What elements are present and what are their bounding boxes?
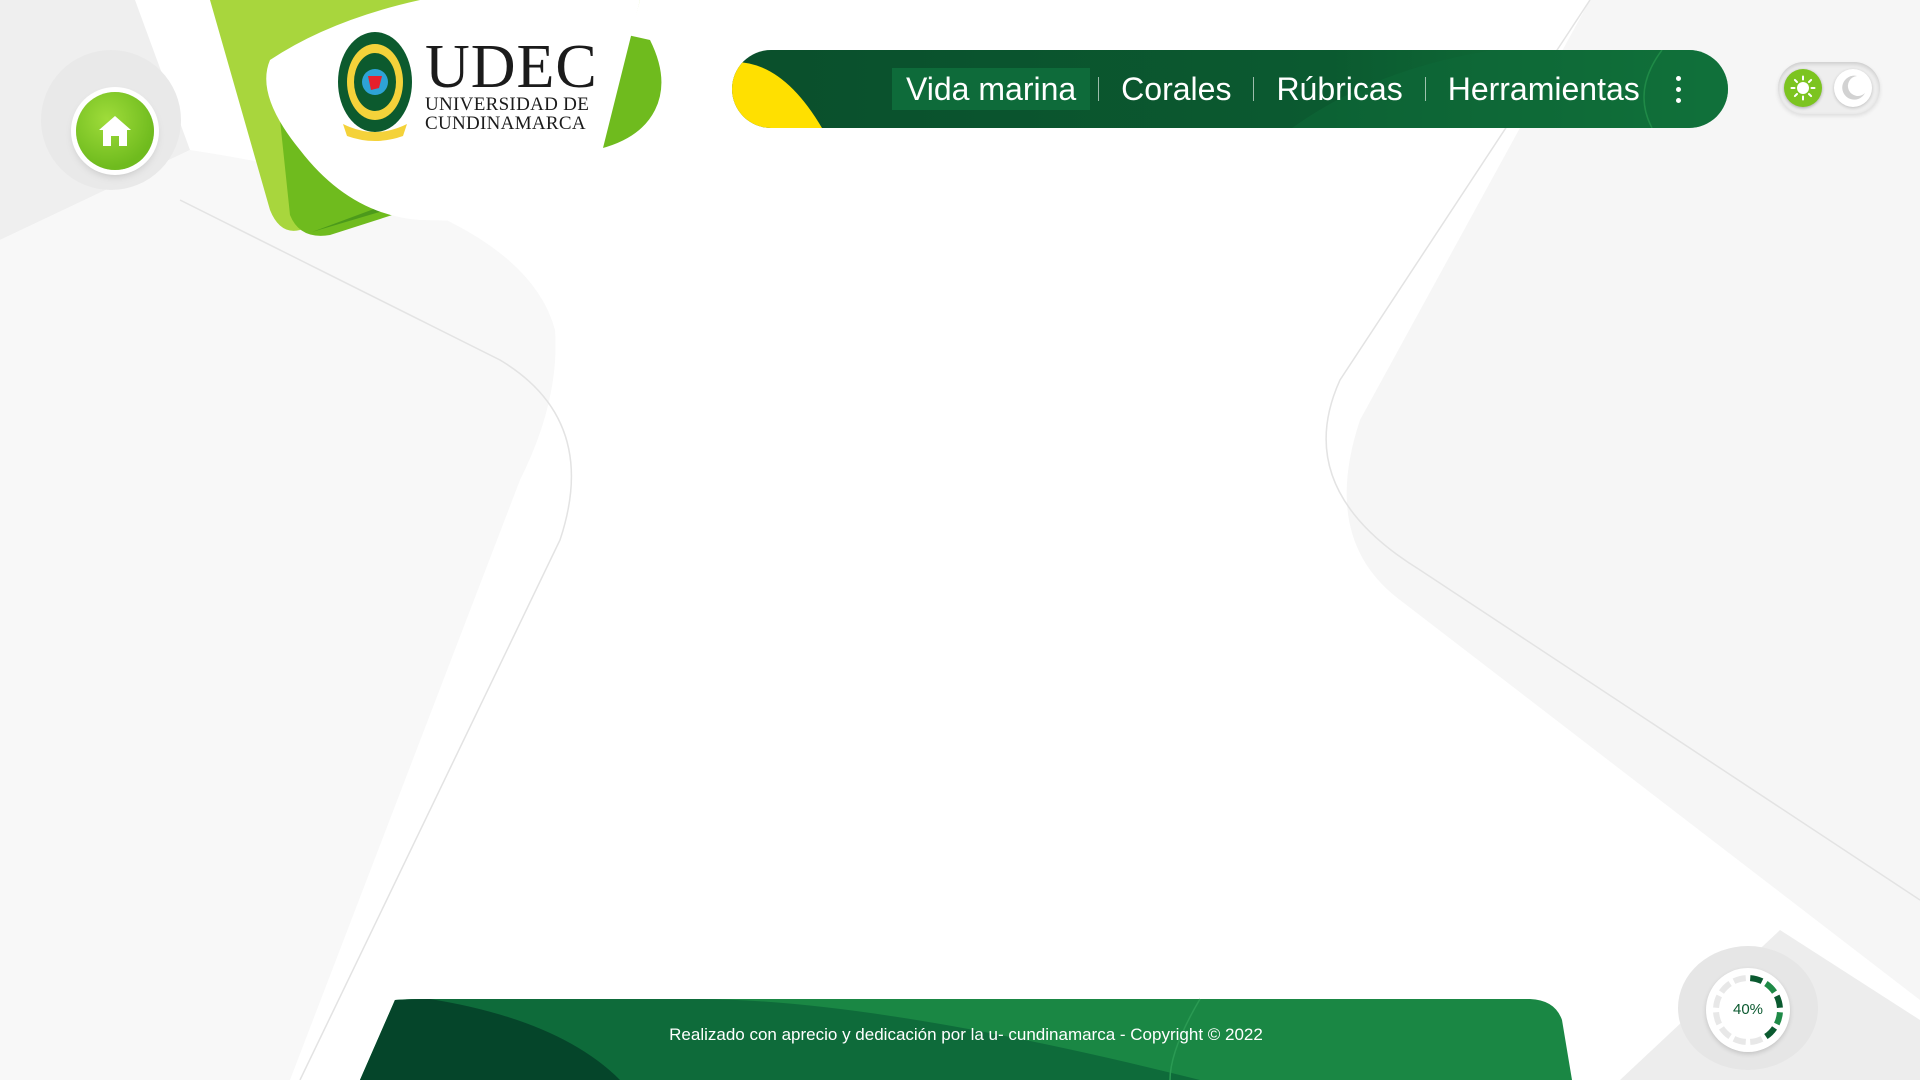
more-vertical-icon[interactable] (1666, 50, 1690, 128)
progress-wrap: 40% (1678, 946, 1818, 1070)
brand-name: UDEC (425, 33, 598, 101)
home-icon (99, 116, 131, 146)
nav-items: Vida marina Corales Rúbricas Herramienta… (892, 50, 1654, 128)
light-mode-button[interactable] (1784, 69, 1822, 107)
main-navbar: Vida marina Corales Rúbricas Herramienta… (732, 50, 1728, 128)
nav-item-corales[interactable]: Corales (1107, 68, 1245, 110)
sun-icon (1790, 75, 1816, 101)
home-button[interactable] (76, 92, 154, 170)
university-seal-icon (338, 32, 412, 141)
brand-line-1: UNIVERSIDAD DE (425, 94, 590, 115)
nav-separator (1098, 77, 1100, 101)
nav-separator (1424, 77, 1426, 101)
moon-icon (1842, 75, 1865, 100)
brand-line-2: CUNDINAMARCA (425, 113, 586, 134)
footer-copyright: Realizado con aprecio y dedicación por l… (669, 1025, 1263, 1044)
background-shapes (0, 0, 1920, 1080)
brand-text: UDEC UNIVERSIDAD DE CUNDINAMARCA (425, 33, 598, 134)
progress-indicator: 40% (1706, 968, 1790, 1052)
dark-mode-button[interactable] (1834, 69, 1872, 107)
home-button-wrap (41, 50, 181, 190)
theme-toggle[interactable] (1778, 62, 1880, 114)
progress-label: 40% (1732, 1001, 1764, 1018)
nav-item-rubricas[interactable]: Rúbricas (1262, 68, 1416, 110)
footer: Realizado con aprecio y dedicación por l… (360, 999, 1572, 1080)
nav-separator (1253, 77, 1255, 101)
nav-item-vida-marina[interactable]: Vida marina (892, 68, 1091, 110)
brand-logo[interactable]: UDEC UNIVERSIDAD DE CUNDINAMARCA (335, 28, 598, 144)
nav-item-herramientas[interactable]: Herramientas (1434, 68, 1654, 110)
